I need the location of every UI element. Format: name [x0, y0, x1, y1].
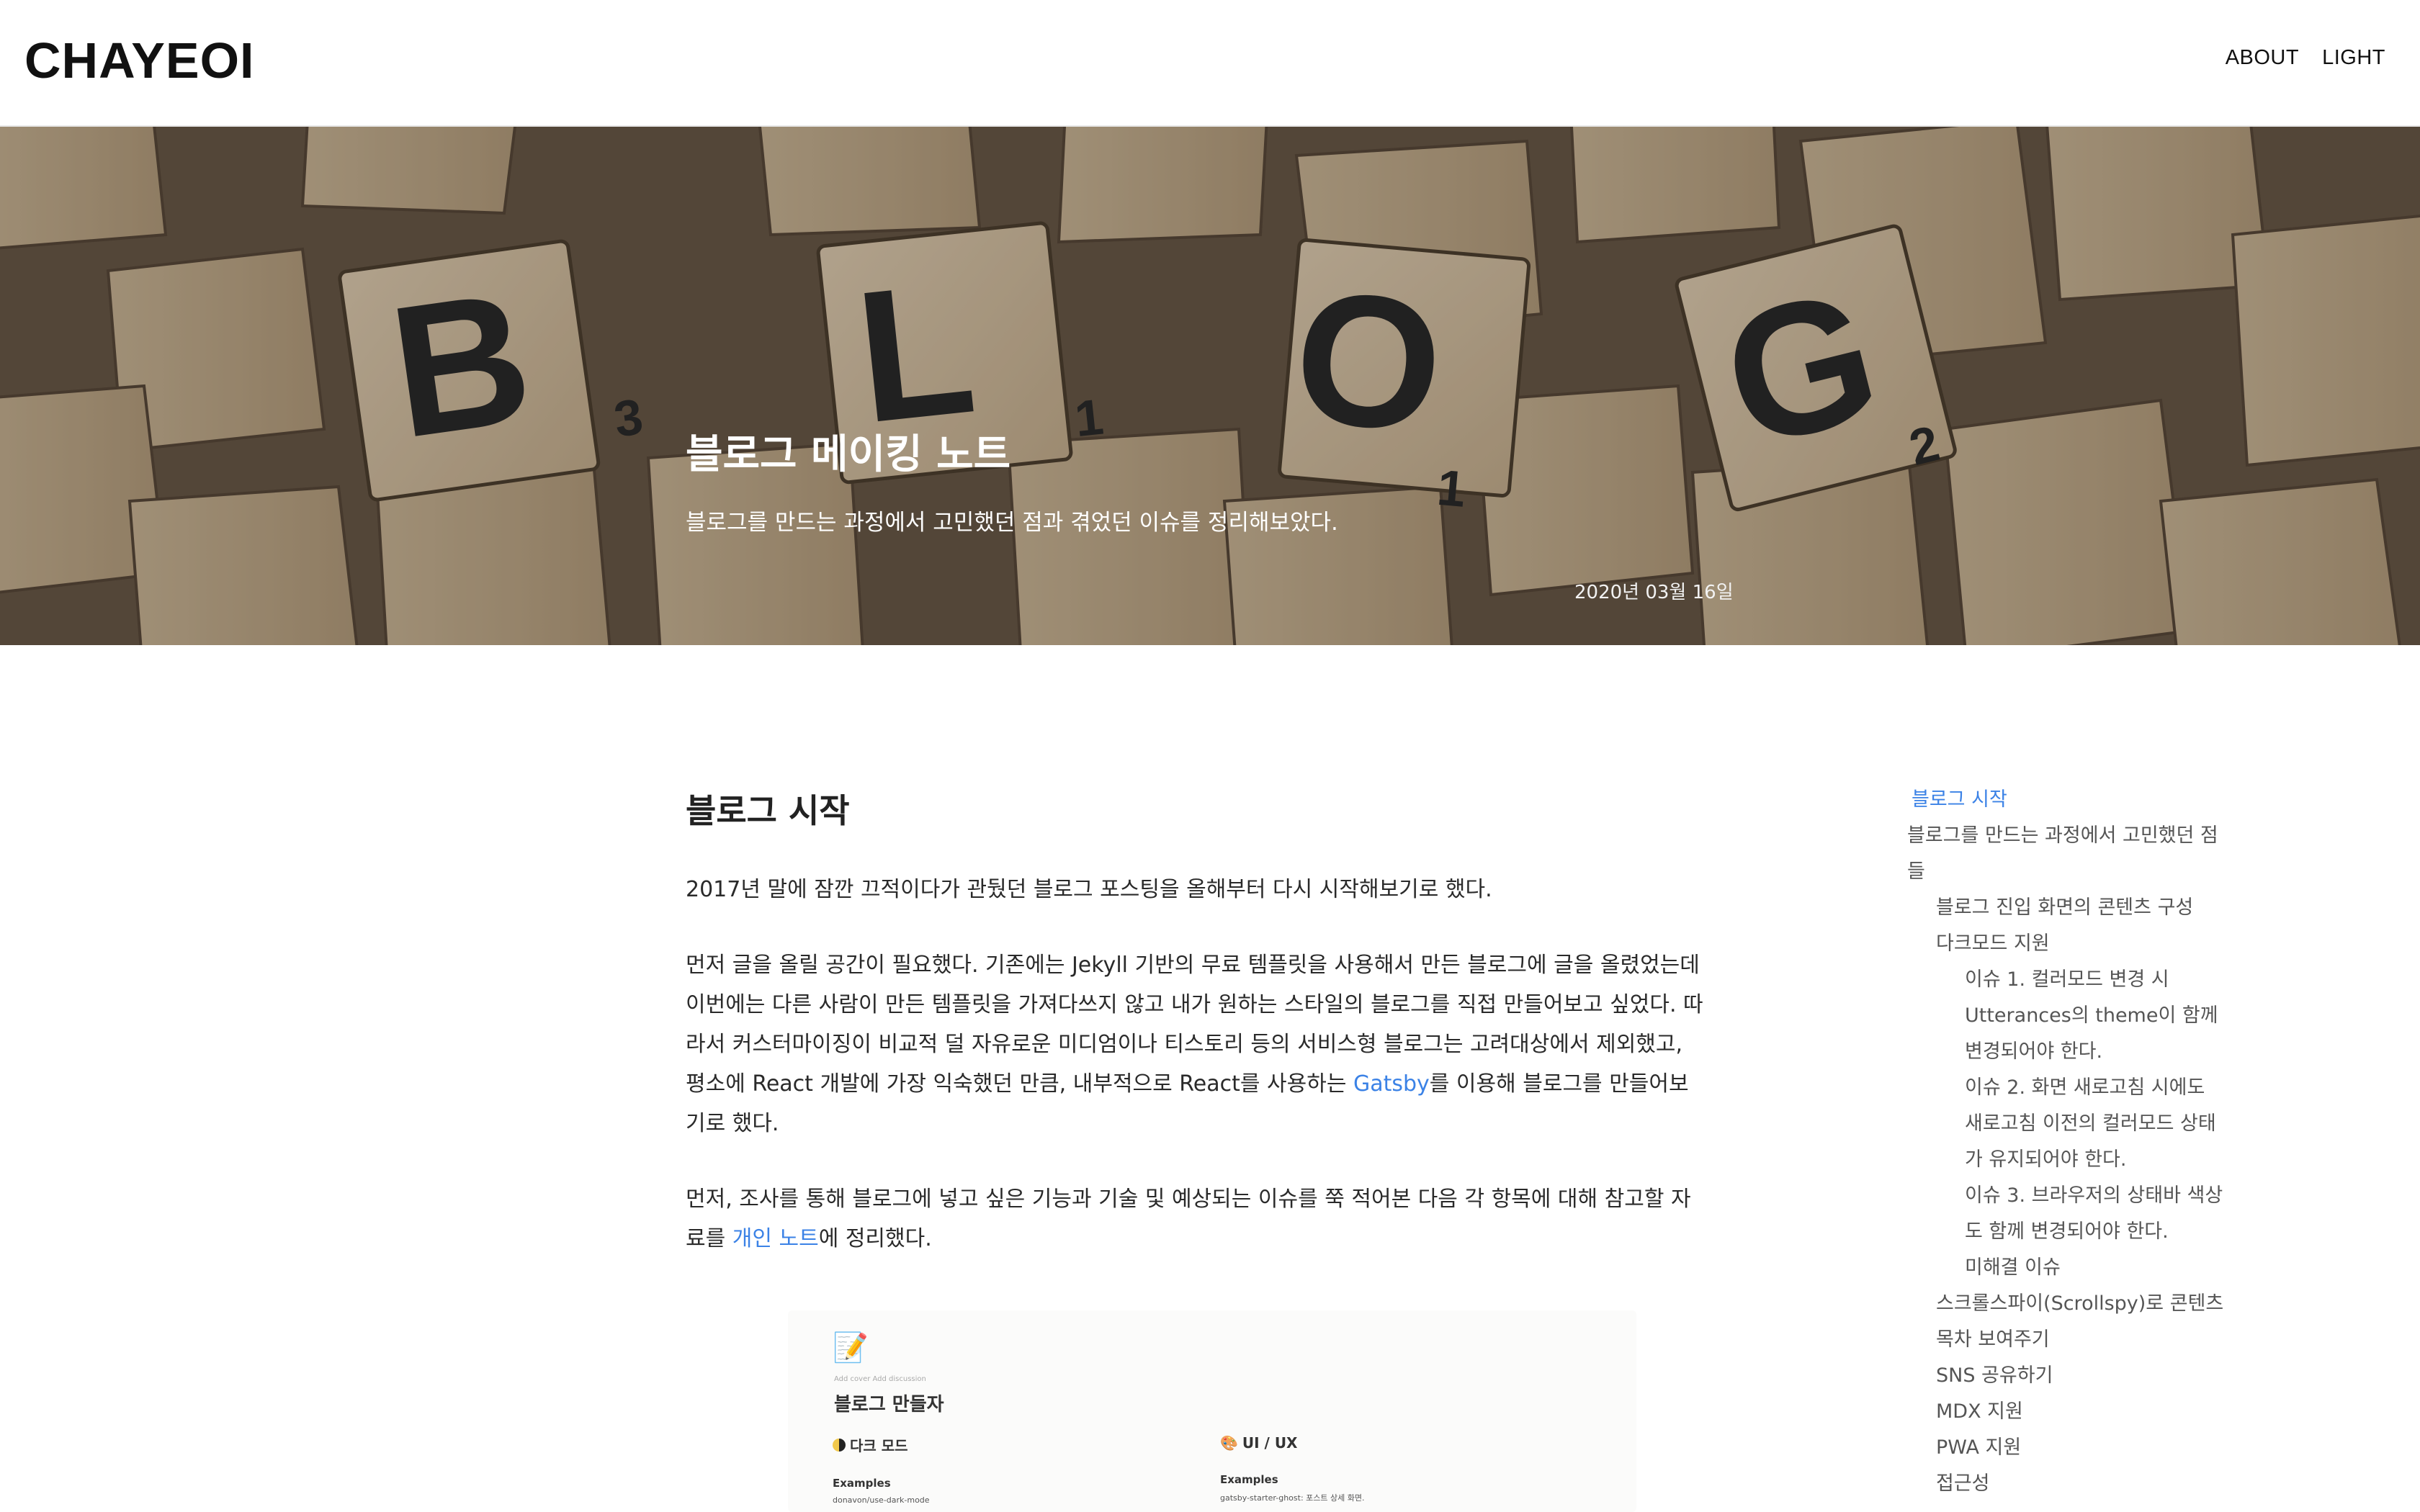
- notion-col-label: 다크 모드: [850, 1437, 908, 1454]
- paragraph-1: 2017년 말에 잠깐 끄적이다가 관뒀던 블로그 포스팅을 올해부터 다시 시…: [686, 877, 1492, 902]
- toc-item[interactable]: 접근성: [1907, 1466, 2224, 1502]
- paragraph-2: 먼저 글을 올릴 공간이 필요했다. 기존에는 Jekyll 기반의 무료 템플…: [686, 945, 1708, 1143]
- toc-item[interactable]: SNS 공유하기: [1907, 1358, 2224, 1394]
- site-header: CHAYEOI ABOUT LIGHT: [0, 0, 2420, 127]
- notion-col-sub: Examples: [1220, 1473, 1278, 1486]
- section-heading: 블로그 시작: [686, 791, 850, 830]
- notion-column-dark-mode: 다크 모드 Examples donavon/use-dark-mode: [833, 1434, 1178, 1505]
- notion-col-item: donavon/use-dark-mode: [833, 1495, 930, 1505]
- personal-note-link[interactable]: 개인 노트: [732, 1226, 819, 1251]
- theme-toggle-button[interactable]: LIGHT: [2322, 46, 2385, 70]
- toc-item[interactable]: 이슈 2. 화면 새로고침 시에도 새로고침 이전의 컬러모드 상태가 유지되어…: [1907, 1070, 2224, 1178]
- post-date: 2020년 03월 16일: [1574, 582, 1734, 603]
- site-logo[interactable]: CHAYEOI: [24, 32, 255, 89]
- toc-item[interactable]: 이슈 3. 브라우저의 상태바 색상도 함께 변경되어야 한다.: [1907, 1178, 2224, 1250]
- toc-item[interactable]: 블로그 진입 화면의 콘텐츠 구성: [1907, 890, 2224, 926]
- post-content: 블로그 시작 2017년 말에 잠깐 끄적이다가 관뒀던 블로그 포스팅을 올해…: [686, 785, 1708, 1295]
- toc-item[interactable]: 스크롤스파이(Scrollspy)로 콘텐츠 목차 보여주기: [1907, 1286, 2224, 1358]
- half-moon-icon: [833, 1438, 846, 1452]
- toc-item[interactable]: 블로그 시작: [1907, 782, 2224, 818]
- notion-col-item: gatsby-starter-ghost: 포스트 상세 화면.: [1220, 1493, 1365, 1503]
- palette-icon: 🎨: [1220, 1434, 1238, 1452]
- nav-about-link[interactable]: ABOUT: [2226, 46, 2299, 70]
- notion-col-sub: Examples: [833, 1477, 891, 1490]
- notion-col-heading: 다크 모드: [833, 1434, 1178, 1455]
- toc-item[interactable]: 이슈 1. 컬러모드 변경 시 Utterances의 theme이 함께 변경…: [1907, 962, 2224, 1070]
- top-nav: ABOUT LIGHT: [2226, 46, 2385, 70]
- hero-banner: B 3 L 1 O 1 G 2 블로그 메이킹 노트 블로그를 만드는 과정에서…: [0, 127, 2420, 645]
- notion-meta: Add cover Add discussion: [834, 1375, 926, 1383]
- table-of-contents: 블로그 시작 블로그를 만드는 과정에서 고민했던 점들 블로그 진입 화면의 콘텐…: [1907, 782, 2224, 1502]
- paragraph-3: 먼저, 조사를 통해 블로그에 넣고 싶은 기능과 기술 및 예상되는 이슈를 …: [686, 1179, 1708, 1259]
- post-title: 블로그 메이킹 노트: [686, 431, 1011, 478]
- memo-icon: 📝: [833, 1331, 869, 1364]
- toc-item[interactable]: 다크모드 지원: [1907, 926, 2224, 962]
- toc-item[interactable]: MDX 지원: [1907, 1394, 2224, 1430]
- toc-item[interactable]: 미해결 이슈: [1907, 1250, 2224, 1286]
- toc-item[interactable]: PWA 지원: [1907, 1430, 2224, 1466]
- blog-tiles-image: B 3 L 1 O 1 G 2: [0, 127, 2420, 645]
- gatsby-link[interactable]: Gatsby: [1353, 1071, 1430, 1097]
- notion-col-label: UI / UX: [1242, 1434, 1298, 1452]
- notion-screenshot: 📝 Add cover Add discussion 블로그 만들자 다크 모드…: [788, 1310, 1636, 1512]
- notion-title: 블로그 만들자: [834, 1394, 944, 1416]
- notion-col-heading: 🎨 UI / UX: [1220, 1434, 1566, 1452]
- notion-column-ui-ux: 🎨 UI / UX Examples gatsby-starter-ghost: …: [1220, 1434, 1566, 1503]
- toc-item[interactable]: 블로그를 만드는 과정에서 고민했던 점들: [1907, 818, 2224, 890]
- paragraph-3-text-end: 에 정리했다.: [818, 1226, 932, 1251]
- post-subtitle: 블로그를 만드는 과정에서 고민했던 점과 겪었던 이슈를 정리해보았다.: [686, 510, 1338, 536]
